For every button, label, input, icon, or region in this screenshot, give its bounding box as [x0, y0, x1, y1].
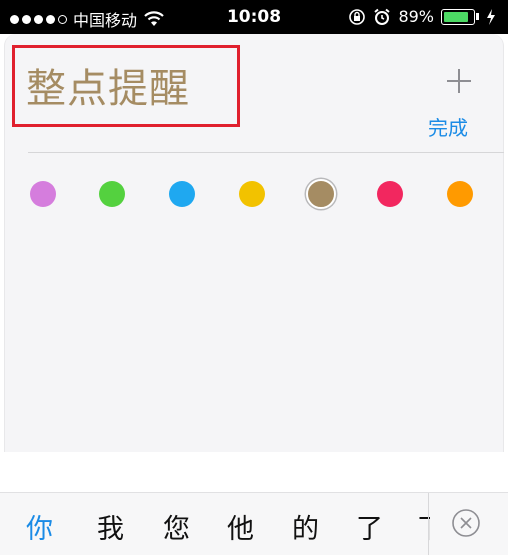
color-swatch[interactable] — [377, 181, 403, 207]
plus-icon — [447, 69, 471, 93]
keyboard-spacer — [0, 452, 508, 492]
candidate-bar: 你 我 您 他 的 了 下 — [0, 492, 508, 555]
battery-percentage: 89% — [398, 7, 434, 26]
orientation-lock-icon — [349, 8, 366, 25]
color-swatch[interactable] — [99, 181, 125, 207]
close-circle-icon[interactable] — [450, 507, 482, 539]
done-button[interactable]: 完成 — [428, 112, 468, 141]
candidate-word[interactable]: 您 — [163, 507, 190, 546]
battery-level — [444, 11, 468, 22]
color-swatch[interactable] — [30, 181, 56, 207]
color-swatch[interactable] — [306, 179, 336, 209]
color-swatch[interactable] — [239, 181, 265, 207]
add-button[interactable] — [442, 64, 476, 98]
battery-icon — [441, 8, 475, 25]
status-right: 89% — [348, 7, 496, 26]
candidate-separator — [428, 493, 429, 555]
alarm-clock-icon — [374, 8, 391, 25]
candidate-word[interactable]: 你 — [26, 507, 53, 546]
note-title[interactable]: 整点提醒 — [26, 56, 190, 114]
candidate-word[interactable]: 的 — [292, 507, 319, 546]
candidate-word[interactable]: 我 — [97, 507, 124, 546]
color-swatch[interactable] — [169, 181, 195, 207]
candidate-word[interactable]: 他 — [227, 507, 254, 546]
status-bar: 中国移动 10:08 89% — [0, 0, 508, 34]
charging-bolt-icon — [487, 8, 495, 25]
divider — [28, 152, 504, 153]
candidate-word[interactable]: 了 — [356, 507, 383, 546]
color-swatch[interactable] — [447, 181, 473, 207]
